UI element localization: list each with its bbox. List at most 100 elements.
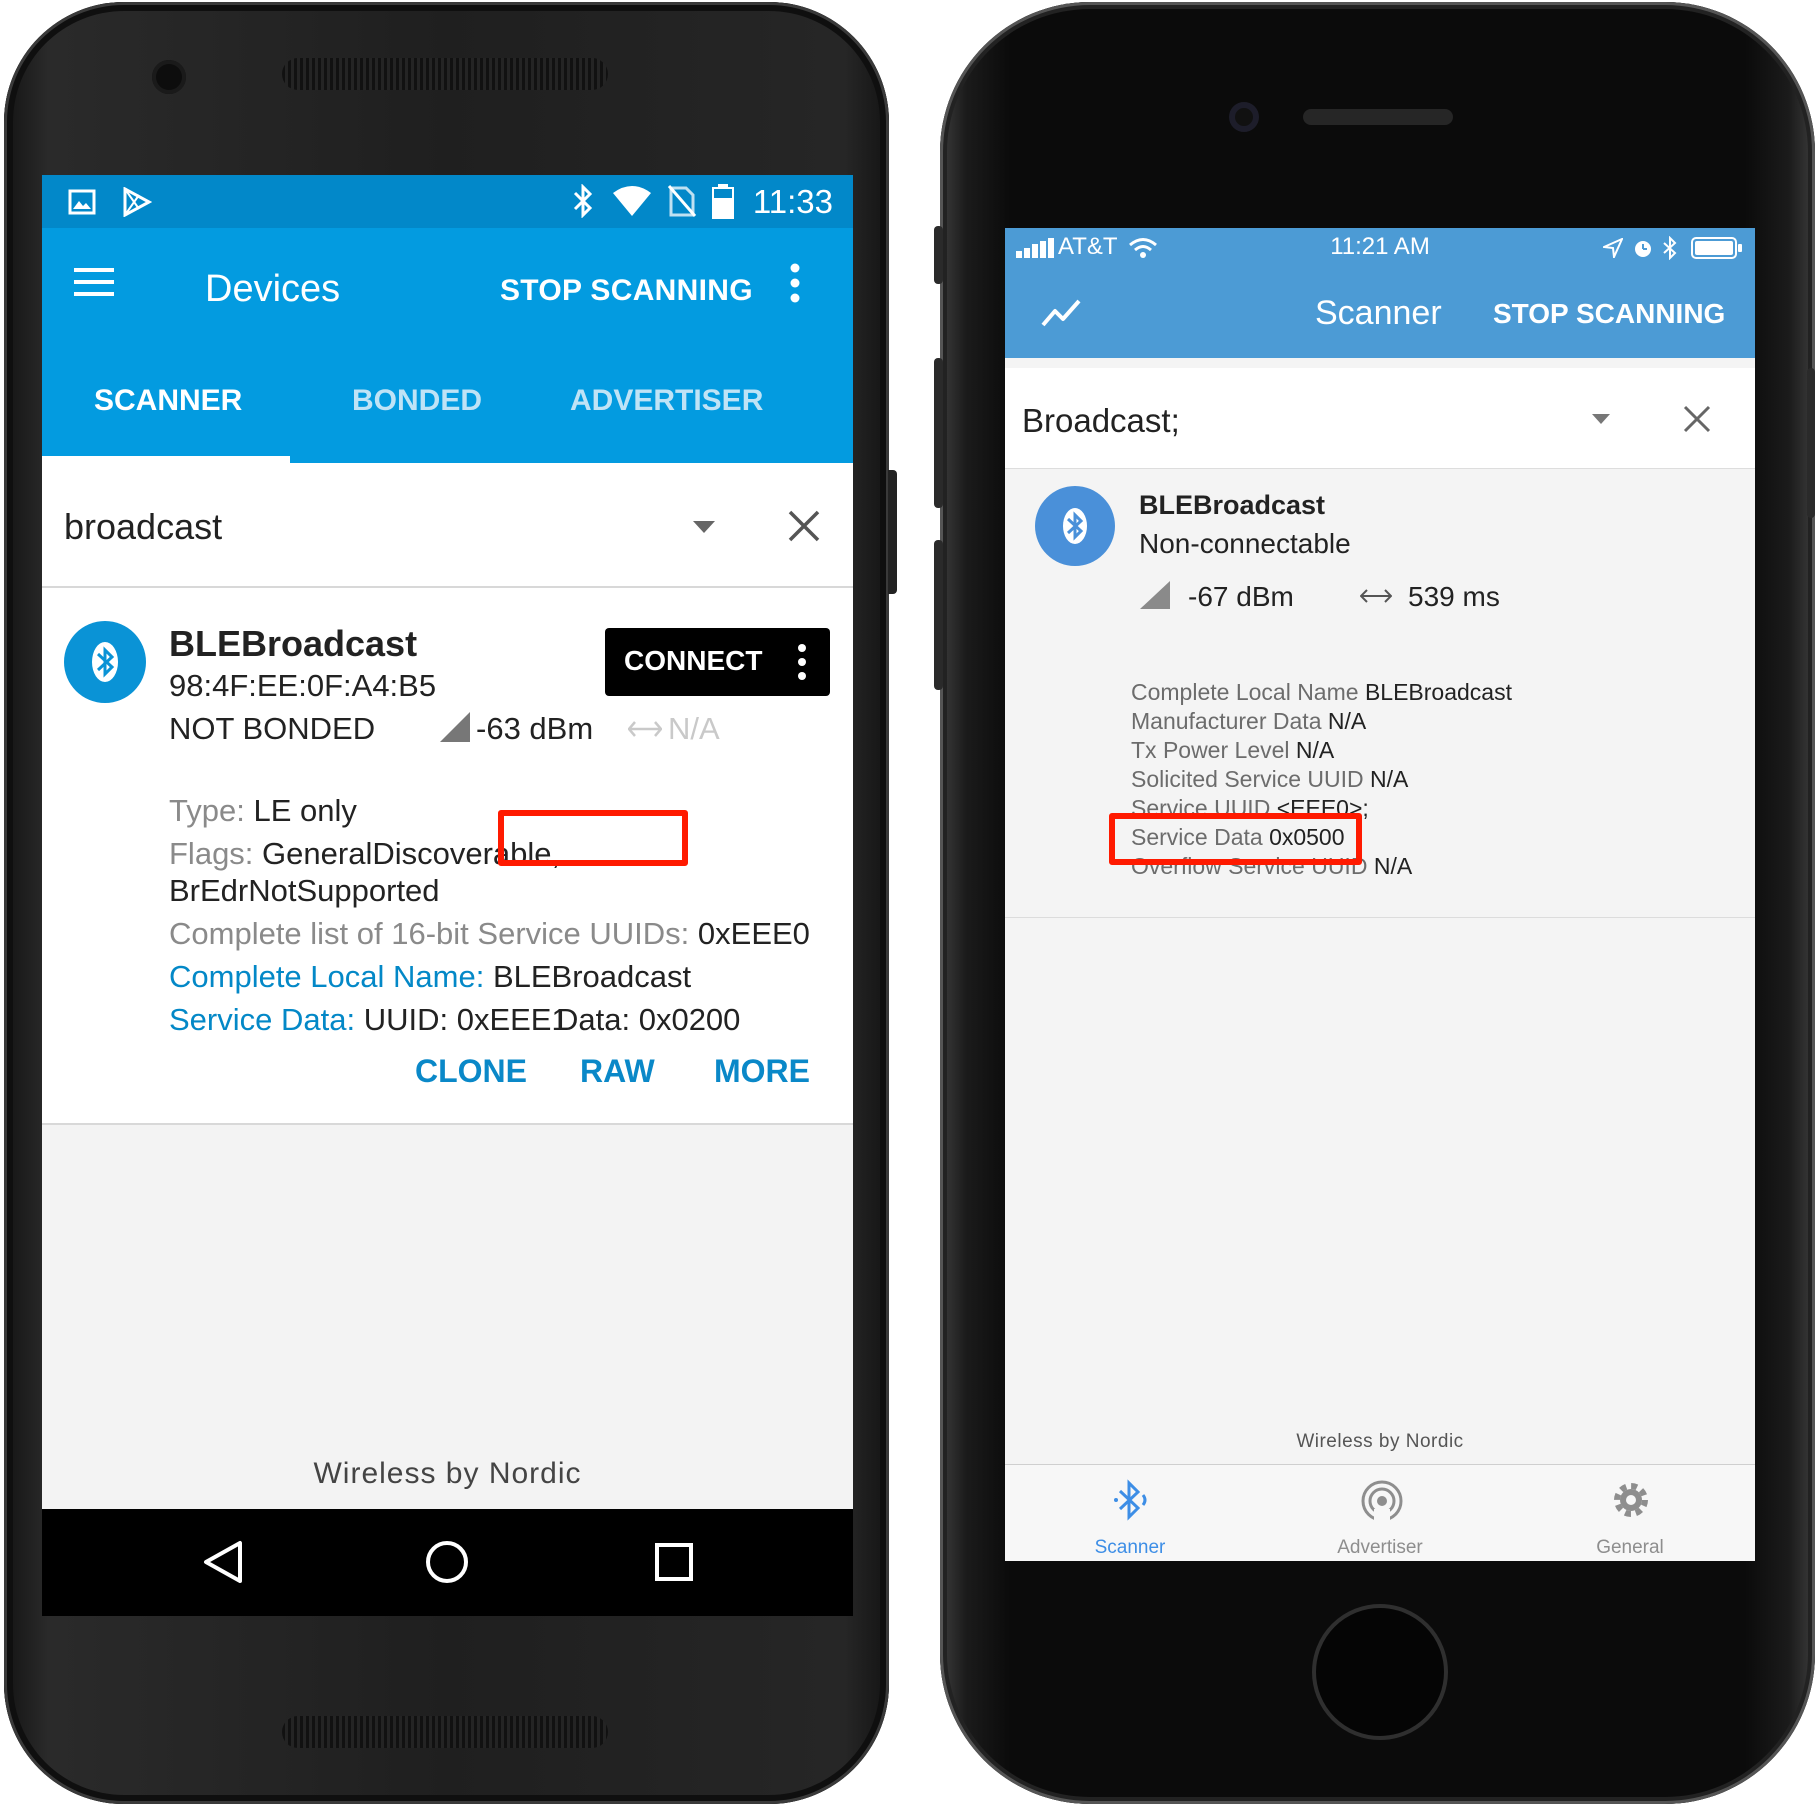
bluetooth-icon (1063, 508, 1087, 544)
android-nav-bar (42, 1509, 853, 1616)
alarm-icon (1635, 241, 1651, 257)
graph-icon[interactable] (1041, 298, 1081, 328)
divider (1005, 917, 1755, 918)
device-avatar (1035, 486, 1115, 566)
bond-state: NOT BONDED (169, 711, 376, 746)
ios-status-bar: AT&T 11:21 AM (1005, 228, 1755, 268)
filter-input[interactable]: broadcast (64, 506, 222, 548)
play-store-icon (123, 187, 152, 217)
rssi-value: -67 dBm (1188, 581, 1294, 612)
image-icon (68, 189, 96, 215)
back-icon[interactable] (202, 1539, 244, 1585)
signal-strength-icon (440, 712, 470, 742)
interval-arrows-icon (1360, 589, 1392, 603)
stop-scanning-button[interactable]: STOP SCANNING (1493, 298, 1725, 330)
adv-manufacturer-data: Manufacturer Data N/A (1131, 708, 1367, 734)
recents-icon[interactable] (654, 1542, 694, 1582)
filter-input[interactable]: Broadcast; (1022, 402, 1180, 440)
detail-service-uuids: Complete list of 16-bit Service UUIDs: 0… (169, 916, 810, 951)
android-clock: 11:33 (752, 183, 833, 220)
interval-value: N/A (668, 711, 720, 746)
wifi-icon (613, 186, 651, 216)
filter-bar[interactable]: Broadcast; (1005, 368, 1755, 469)
connect-button-label: CONNECT (624, 645, 763, 676)
active-tab-indicator (42, 456, 290, 463)
power-button (1807, 368, 1815, 518)
adv-tx-power: Tx Power Level N/A (1131, 737, 1335, 763)
page-title: Devices (205, 268, 341, 310)
close-icon[interactable] (787, 509, 821, 543)
highlight-box (1109, 813, 1362, 865)
detail-service-data: Service Data: UUID: 0xEEE1 (169, 1002, 569, 1037)
earpiece-speaker (282, 58, 608, 90)
tab-scanner[interactable]: Scanner (1030, 1465, 1230, 1561)
mute-switch (934, 226, 943, 284)
volume-down-button (934, 540, 943, 690)
ios-nav-bar: Scanner STOP SCANNING (1005, 268, 1755, 358)
location-icon (1603, 238, 1623, 258)
tab-scanner[interactable]: SCANNER (94, 384, 242, 418)
bluetooth-scan-icon (1114, 1479, 1147, 1521)
tab-advertiser[interactable]: Advertiser (1280, 1465, 1480, 1561)
battery-icon (1691, 237, 1742, 259)
android-status-bar: 11:33 (42, 175, 853, 228)
more-vert-icon[interactable] (797, 642, 807, 682)
device-address: 98:4F:EE:0F:A4:B5 (169, 668, 437, 703)
nordic-footer: Wireless by Nordic (313, 1457, 582, 1490)
rssi-value: -63 dBm (476, 711, 594, 746)
bluetooth-icon (573, 184, 593, 218)
earpiece-speaker (1303, 109, 1453, 125)
adv-solicited-uuid: Solicited Service UUID N/A (1131, 766, 1409, 792)
filter-bar[interactable]: broadcast (42, 463, 853, 588)
page-title: Scanner (1315, 294, 1442, 332)
ios-screen: AT&T 11:21 AM Scanner STOP SCANNING Broa… (1005, 228, 1755, 1561)
service-data-highlight: Data: 0x0200 (556, 1002, 741, 1037)
tab-general[interactable]: General (1530, 1465, 1730, 1561)
tab-advertiser-label: Advertiser (1337, 1537, 1423, 1558)
nordic-footer: Wireless by Nordic (1296, 1431, 1464, 1452)
stop-scanning-button[interactable]: STOP SCANNING (500, 274, 753, 308)
tab-scanner-label: Scanner (1094, 1537, 1166, 1558)
detail-local-name: Complete Local Name: BLEBroadcast (169, 959, 692, 994)
power-button (888, 470, 897, 594)
front-camera (1229, 102, 1259, 132)
more-button[interactable]: MORE (714, 1053, 810, 1090)
android-tabs: SCANNER BONDED ADVERTISER (42, 348, 853, 463)
android-screen: 11:33 Devices STOP SCANNING SCANNER BOND… (42, 175, 853, 1616)
no-sim-icon (667, 185, 697, 217)
detail-flags-cont: BrEdrNotSupported (169, 873, 440, 908)
bluetooth-icon (1663, 236, 1677, 260)
hamburger-icon[interactable] (72, 264, 116, 300)
battery-icon (712, 184, 734, 219)
front-camera (152, 60, 186, 94)
bottom-speaker (282, 1716, 608, 1748)
device-avatar (64, 621, 146, 703)
adv-local-name: Complete Local Name BLEBroadcast (1131, 679, 1512, 705)
dropdown-arrow-icon[interactable] (692, 520, 716, 534)
bluetooth-icon (92, 642, 118, 682)
tab-general-label: General (1596, 1537, 1664, 1558)
dropdown-arrow-icon[interactable] (1591, 413, 1611, 425)
tab-advertiser[interactable]: ADVERTISER (570, 384, 763, 418)
device-card[interactable]: BLEBroadcast 98:4F:EE:0F:A4:B5 NOT BONDE… (42, 588, 853, 1125)
volume-up-button (934, 358, 943, 508)
home-icon[interactable] (424, 1539, 470, 1585)
connectable-state: Non-connectable (1139, 528, 1351, 559)
interval-value: 539 ms (1408, 581, 1500, 612)
tab-bonded[interactable]: BONDED (352, 384, 482, 418)
android-toolbar: Devices STOP SCANNING (42, 228, 853, 348)
more-vert-icon[interactable] (789, 262, 801, 304)
clone-button[interactable]: CLONE (415, 1053, 527, 1090)
device-name: BLEBroadcast (1139, 490, 1326, 520)
home-button[interactable] (1312, 1604, 1448, 1740)
signal-strength-icon (1140, 581, 1170, 609)
broadcast-icon (1361, 1480, 1403, 1523)
raw-button[interactable]: RAW (580, 1053, 655, 1090)
connect-button[interactable]: CONNECT (605, 628, 830, 696)
detail-type: Type: LE only (169, 793, 357, 828)
close-icon[interactable] (1682, 404, 1712, 434)
highlight-box (498, 810, 688, 866)
device-name: BLEBroadcast (169, 623, 418, 664)
ios-tab-bar: Scanner Advertiser General (1005, 1464, 1755, 1561)
gear-icon (1614, 1483, 1648, 1517)
